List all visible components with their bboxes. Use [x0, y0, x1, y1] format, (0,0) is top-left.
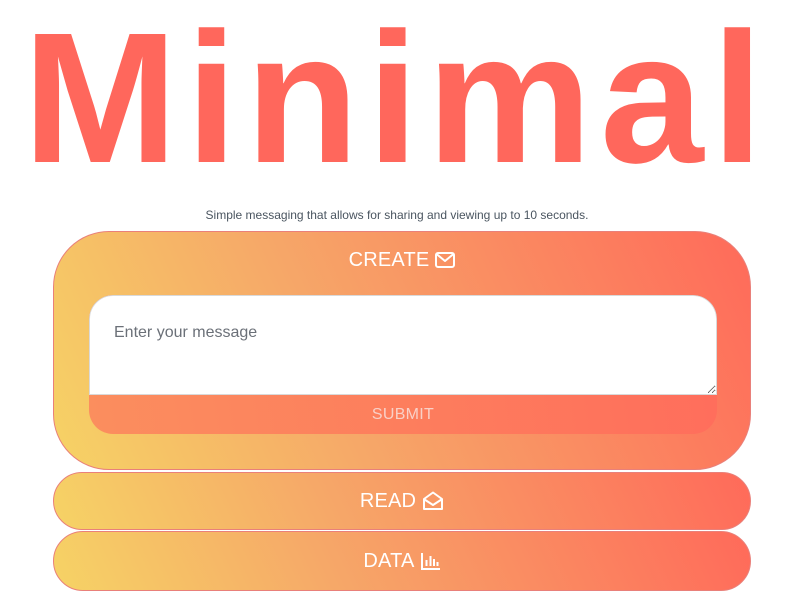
create-header[interactable]: CREATE [54, 250, 750, 270]
envelope-icon [435, 252, 456, 268]
submit-button[interactable]: SUBMIT [89, 395, 717, 434]
read-panel[interactable]: READ [53, 472, 751, 530]
app-title: Minimal [22, 0, 772, 202]
bar-chart-icon [420, 552, 441, 570]
data-label: DATA [363, 550, 415, 572]
create-message-form: SUBMIT [89, 295, 717, 434]
data-header[interactable]: DATA [54, 532, 750, 590]
app-subtitle: Simple messaging that allows for sharing… [205, 208, 589, 222]
create-panel: CREATE SUBMIT [53, 231, 751, 470]
read-header[interactable]: READ [54, 473, 750, 529]
envelope-open-icon [422, 491, 444, 511]
read-label: READ [359, 490, 417, 512]
data-panel[interactable]: DATA [53, 531, 751, 591]
create-label: CREATE [348, 249, 430, 271]
message-input[interactable] [89, 295, 717, 395]
